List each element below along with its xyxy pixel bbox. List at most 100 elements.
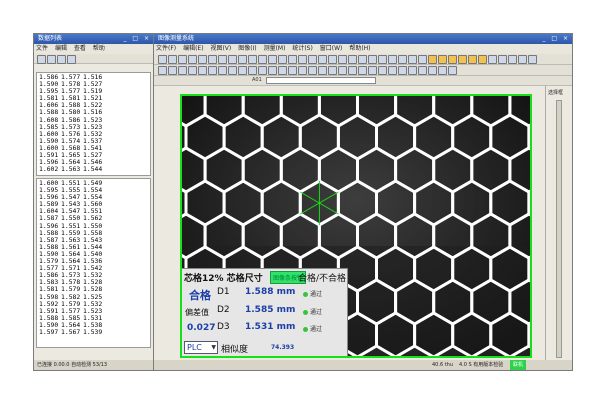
menu-view[interactable]: 视图(V) <box>210 45 231 52</box>
toolbar-tool-icon[interactable] <box>218 66 227 75</box>
toolbar-tool-icon[interactable] <box>168 55 177 64</box>
toolbar-tool-icon[interactable] <box>448 66 457 75</box>
toolbar-tool-icon[interactable] <box>248 55 257 64</box>
left-menu-view[interactable]: 查看 <box>74 45 86 52</box>
toolbar-tool-icon[interactable] <box>198 55 207 64</box>
similarity-label: 相似度 <box>221 345 249 355</box>
toolbar-tool-icon[interactable] <box>338 66 347 75</box>
toolbar-tool-icon[interactable] <box>438 66 447 75</box>
toolbar-tool-icon[interactable] <box>358 55 367 64</box>
toolbar-tool-icon[interactable] <box>518 55 527 64</box>
toolbar-tool-icon[interactable] <box>358 66 367 75</box>
toolbar-tool-icon[interactable] <box>258 55 267 64</box>
toolbar-tool-icon[interactable] <box>308 66 317 75</box>
toolbar-tool-icon[interactable] <box>288 55 297 64</box>
toolbar-tool-icon[interactable] <box>418 66 427 75</box>
toolbar-tool-icon[interactable] <box>308 55 317 64</box>
toolbar-tool-icon[interactable] <box>368 55 377 64</box>
d2-status: 通过 <box>303 307 322 316</box>
lower-data-list[interactable]: 1.600 1.551 1.549 1.595 1.555 1.554 1.596 1.547… <box>36 178 151 348</box>
toolbar-tool-icon[interactable] <box>508 55 517 64</box>
save-icon[interactable] <box>57 55 66 64</box>
toolbar-tool-icon[interactable] <box>178 55 187 64</box>
toolbar-tool-icon[interactable] <box>258 66 267 75</box>
toolbar-tool-icon[interactable] <box>398 55 407 64</box>
toolbar-tool-icon[interactable] <box>178 66 187 75</box>
print-icon[interactable] <box>67 55 76 64</box>
left-window-buttons[interactable]: _ □ × <box>123 34 151 44</box>
menu-edit[interactable]: 编辑(E) <box>183 45 203 52</box>
toolbar-tool-icon[interactable] <box>388 55 397 64</box>
toolbar-tool-icon[interactable] <box>288 66 297 75</box>
left-menu-file[interactable]: 文件 <box>36 45 48 52</box>
toolbar-combo[interactable] <box>266 77 376 84</box>
d2-label: D2 <box>217 305 230 315</box>
menu-image[interactable]: 图像(I) <box>238 45 256 52</box>
toolbar-tool-icon[interactable] <box>388 66 397 75</box>
left-menu-help[interactable]: 帮助 <box>93 45 105 52</box>
pass-indicator-icon <box>303 292 308 297</box>
toolbar-tool-icon[interactable] <box>368 66 377 75</box>
toolbar-tool-icon[interactable] <box>348 66 357 75</box>
side-scrollbar[interactable] <box>556 100 562 358</box>
toolbar-tool-icon[interactable] <box>318 55 327 64</box>
toolbar-tool-icon[interactable] <box>478 55 487 64</box>
left-menu-edit[interactable]: 编辑 <box>55 45 67 52</box>
toolbar-tool-icon[interactable] <box>528 55 537 64</box>
toolbar-tool-icon[interactable] <box>348 55 357 64</box>
right-window-buttons[interactable]: _ □ × <box>542 34 570 44</box>
toolbar-tool-icon[interactable] <box>248 66 257 75</box>
toolbar-tool-icon[interactable] <box>338 55 347 64</box>
toolbar-tool-icon[interactable] <box>238 66 247 75</box>
toolbar-tool-icon[interactable] <box>468 55 477 64</box>
toolbar-tool-icon[interactable] <box>498 55 507 64</box>
menu-file[interactable]: 文件(F) <box>156 45 176 52</box>
toolbar-tool-icon[interactable] <box>188 66 197 75</box>
menu-help[interactable]: 帮助(H) <box>349 45 370 52</box>
toolbar-tool-icon[interactable] <box>438 55 447 64</box>
new-icon[interactable] <box>37 55 46 64</box>
toolbar-tool-icon[interactable] <box>408 55 417 64</box>
toolbar-tool-icon[interactable] <box>278 66 287 75</box>
toolbar-tool-icon[interactable] <box>218 55 227 64</box>
toolbar-tool-icon[interactable] <box>318 66 327 75</box>
toolbar-tool-icon[interactable] <box>278 55 287 64</box>
toolbar-tool-icon[interactable] <box>428 66 437 75</box>
menu-measure[interactable]: 测量(M) <box>264 45 286 52</box>
toolbar-tool-icon[interactable] <box>378 55 387 64</box>
toolbar-tool-icon[interactable] <box>268 66 277 75</box>
toolbar-tool-icon[interactable] <box>398 66 407 75</box>
hex-cell <box>489 311 530 356</box>
toolbar-tool-icon[interactable] <box>208 55 217 64</box>
toolbar-tool-icon[interactable] <box>208 66 217 75</box>
toolbar-tool-icon[interactable] <box>378 66 387 75</box>
toolbar-tool-icon[interactable] <box>328 66 337 75</box>
upper-data-list[interactable]: 1.586 1.577 1.516 1.590 1.578 1.527 1.595 1.577… <box>36 72 151 176</box>
menu-stats[interactable]: 统计(S) <box>292 45 313 52</box>
toolbar-tool-icon[interactable] <box>158 55 167 64</box>
hex-cell <box>451 311 493 356</box>
toolbar-tool-icon[interactable] <box>168 66 177 75</box>
toolbar-tool-icon[interactable] <box>228 55 237 64</box>
toolbar-tool-icon[interactable] <box>448 55 457 64</box>
open-icon[interactable] <box>47 55 56 64</box>
toolbar-tool-icon[interactable] <box>488 55 497 64</box>
toolbar-tool-icon[interactable] <box>298 66 307 75</box>
toolbar-tool-icon[interactable] <box>158 66 167 75</box>
toolbar-tool-icon[interactable] <box>428 55 437 64</box>
toolbar-tool-icon[interactable] <box>238 55 247 64</box>
toolbar-tool-icon[interactable] <box>408 66 417 75</box>
toolbar-tool-icon[interactable] <box>268 55 277 64</box>
plc-select[interactable]: PLC ▼ <box>184 341 218 354</box>
result-text: 合格 <box>189 289 211 302</box>
menu-window[interactable]: 窗口(W) <box>320 45 343 52</box>
image-canvas[interactable]: 芯格12% 芯格尺寸 图像条按钮 合格/不合格 合格 D1 1.588 mm 通… <box>180 94 532 358</box>
pass-indicator-icon <box>303 327 308 332</box>
toolbar-tool-icon[interactable] <box>328 55 337 64</box>
toolbar-tool-icon[interactable] <box>418 55 427 64</box>
toolbar-tool-icon[interactable] <box>198 66 207 75</box>
toolbar-tool-icon[interactable] <box>458 55 467 64</box>
toolbar-tool-icon[interactable] <box>228 66 237 75</box>
toolbar-tool-icon[interactable] <box>298 55 307 64</box>
toolbar-tool-icon[interactable] <box>188 55 197 64</box>
